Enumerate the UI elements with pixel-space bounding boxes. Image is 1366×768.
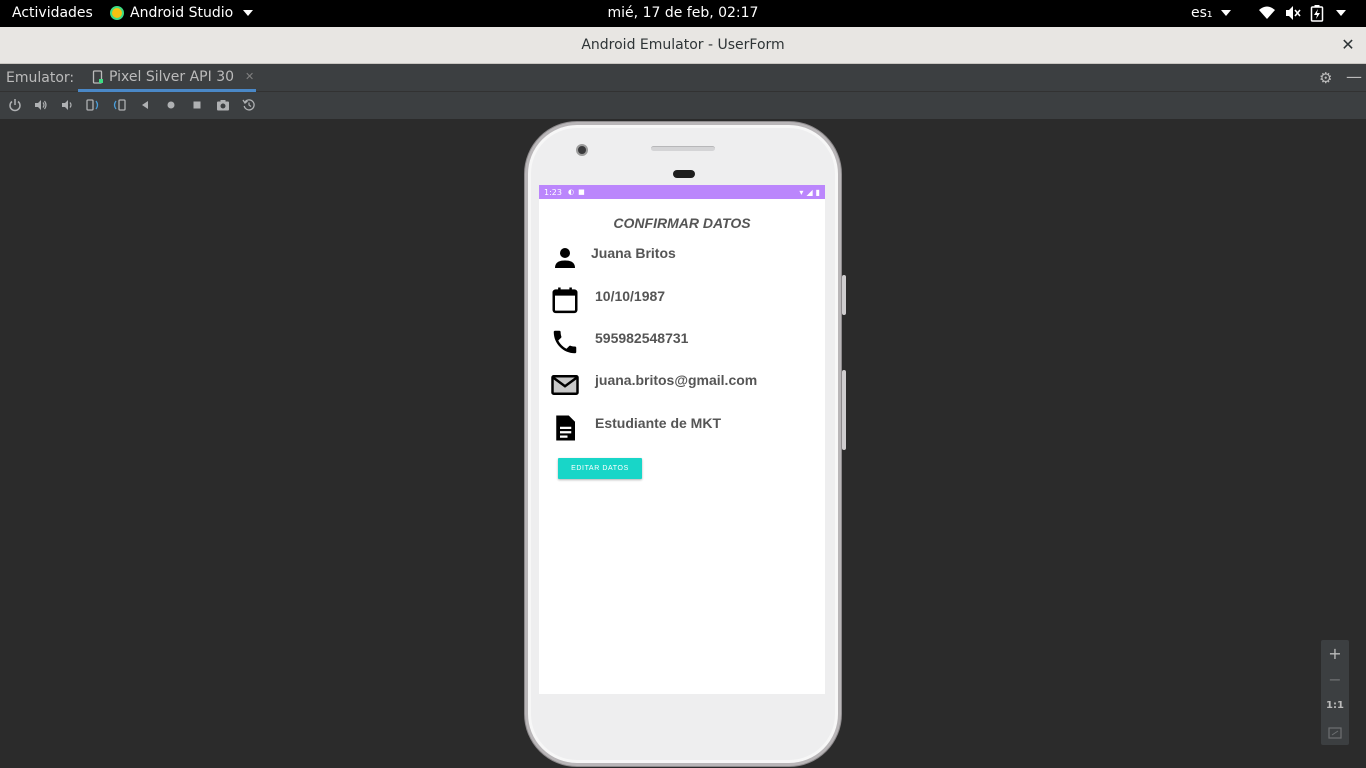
- system-status-menu[interactable]: [1258, 4, 1346, 22]
- description-value: Estudiante de MKT: [595, 415, 722, 431]
- zoom-fit-button[interactable]: [1321, 724, 1349, 743]
- minimize-icon[interactable]: —: [1346, 67, 1362, 86]
- earpiece-speaker: [651, 146, 715, 151]
- email-icon: [550, 370, 580, 400]
- android-status-bar: 1:23 ◐ ■ ▾ ◢ ▮: [539, 185, 825, 199]
- gear-icon[interactable]: ⚙: [1319, 69, 1332, 87]
- page-title: CONFIRMAR DATOS: [613, 215, 751, 231]
- chevron-down-icon: [243, 10, 254, 16]
- chevron-down-icon: [1336, 10, 1346, 16]
- wifi-icon: ▾: [799, 187, 804, 197]
- description-icon: [550, 413, 580, 443]
- power-button: [842, 275, 846, 315]
- language-label: es₁: [1191, 5, 1213, 21]
- app-menu-label: Android Studio: [130, 5, 234, 21]
- tab-device[interactable]: Pixel Silver API 30 ✕: [78, 64, 256, 92]
- emulator-tab-strip: Emulator: Pixel Silver API 30 ✕ ⚙ —: [0, 64, 1366, 92]
- status-time: 1:23: [544, 187, 562, 197]
- person-icon: [550, 243, 580, 273]
- system-top-bar: Actividades Android Studio mié, 17 de fe…: [0, 0, 1366, 27]
- sync-icon: ◐: [567, 188, 575, 196]
- volume-rocker: [842, 370, 846, 450]
- zoom-in-button[interactable]: +: [1321, 644, 1349, 663]
- birthdate-value: 10/10/1987: [595, 288, 666, 304]
- input-language-menu[interactable]: es₁: [1191, 5, 1231, 21]
- name-value: Juana Britos: [591, 245, 676, 261]
- emulator-label: Emulator:: [6, 70, 75, 86]
- signal-icon: ◢: [806, 187, 813, 197]
- back-icon[interactable]: [136, 98, 154, 114]
- rotate-left-icon[interactable]: [84, 98, 102, 114]
- zoom-controls: + − 1:1: [1321, 640, 1349, 745]
- zoom-actual-size-button[interactable]: 1:1: [1321, 700, 1349, 711]
- activities-button[interactable]: Actividades: [12, 5, 93, 21]
- phone-icon: [550, 327, 580, 357]
- calendar-icon: [550, 285, 580, 315]
- tab-device-label: Pixel Silver API 30: [109, 68, 235, 85]
- wifi-icon: [1259, 6, 1275, 19]
- app-menu[interactable]: Android Studio: [110, 5, 254, 21]
- fit-screen-icon: [1328, 727, 1342, 739]
- device-icon: [92, 69, 103, 84]
- clock[interactable]: mié, 17 de feb, 02:17: [608, 5, 759, 21]
- overview-icon[interactable]: [188, 98, 206, 114]
- lock-icon: ■: [578, 188, 585, 196]
- device-screen[interactable]: 1:23 ◐ ■ ▾ ◢ ▮ CONFIRMAR DATOS Juana Bri…: [539, 185, 825, 694]
- power-icon[interactable]: [6, 98, 24, 114]
- battery-icon: [1310, 5, 1324, 22]
- screenshot-icon[interactable]: [214, 98, 232, 114]
- close-window-button[interactable]: ✕: [1338, 35, 1358, 55]
- muted-volume-icon: [1286, 6, 1301, 20]
- phone-value: 595982548731: [595, 330, 689, 346]
- battery-icon: ▮: [815, 187, 820, 197]
- snapshot-icon[interactable]: [240, 98, 258, 114]
- close-tab-icon[interactable]: ✕: [245, 70, 254, 83]
- front-camera: [576, 144, 588, 156]
- edit-data-button[interactable]: EDITAR DATOS: [558, 458, 642, 479]
- emulator-toolbar: [0, 92, 1366, 120]
- android-studio-icon: [110, 6, 124, 20]
- proximity-sensor: [673, 170, 695, 178]
- window-title-bar: Android Emulator - UserForm ✕: [0, 27, 1366, 64]
- rotate-right-icon[interactable]: [110, 98, 128, 114]
- volume-up-icon[interactable]: [32, 98, 50, 114]
- email-value: juana.britos@gmail.com: [595, 372, 758, 388]
- chevron-down-icon: [1220, 10, 1231, 16]
- volume-down-icon[interactable]: [58, 98, 76, 114]
- zoom-out-button[interactable]: −: [1321, 670, 1349, 689]
- home-icon[interactable]: [162, 98, 180, 114]
- window-title: Android Emulator - UserForm: [581, 37, 785, 53]
